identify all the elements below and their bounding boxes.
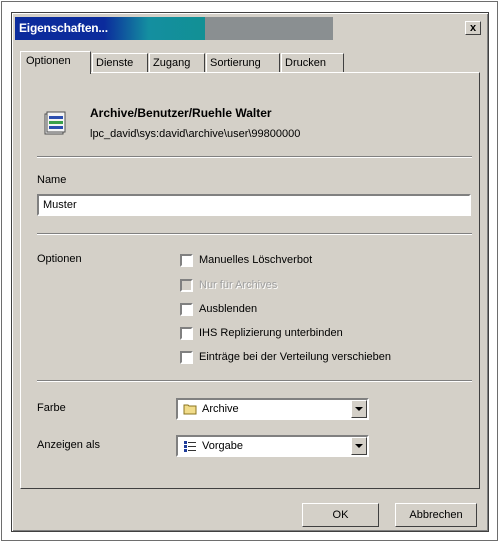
tab-label: Sortierung (210, 57, 261, 69)
name-label-text: Name (37, 174, 67, 186)
folder-icon (183, 404, 197, 415)
anzeigen-dropdown[interactable]: Vorgabe (176, 435, 369, 457)
list-icon (184, 441, 196, 452)
tab-label: Optionen (26, 55, 71, 67)
tab-label: Dienste (96, 57, 134, 69)
name-label: Name (37, 174, 66, 186)
checkbox-box[interactable] (180, 303, 193, 316)
farbe-label: Farbe (37, 402, 66, 414)
checkbox-label: Nur für Archives (199, 279, 278, 291)
checkbox-box[interactable] (180, 254, 193, 267)
archive-file-icon (44, 111, 66, 135)
anzeigen-value: Vorgabe (202, 440, 243, 452)
tab-sortierung[interactable]: Sortierung (206, 53, 280, 72)
title-bar-inactive-area (205, 17, 333, 40)
name-input[interactable] (37, 194, 471, 216)
tab-dienste[interactable]: Dienste (92, 53, 148, 72)
title-bar[interactable]: Eigenschaften... x (15, 17, 485, 40)
tab-drucken[interactable]: Drucken (281, 53, 344, 72)
close-button[interactable]: x (465, 21, 481, 35)
checkbox-box[interactable] (180, 351, 193, 364)
divider (37, 380, 472, 382)
anzeigen-label: Anzeigen als (37, 439, 100, 451)
window-title: Eigenschaften... (19, 21, 108, 35)
tab-label: Zugang (153, 57, 191, 69)
cancel-button[interactable]: Abbrechen (395, 503, 477, 527)
chevron-down-icon[interactable] (351, 437, 367, 455)
chevron-down-icon[interactable] (351, 400, 367, 418)
checkbox-label: Manuelles Löschverbot (199, 254, 313, 266)
farbe-dropdown[interactable]: Archive (176, 398, 369, 420)
tab-optionen[interactable]: Optionen (20, 51, 91, 74)
item-title: Archive/Benutzer/Ruehle Walter (90, 106, 272, 120)
tab-label: Drucken (285, 57, 326, 69)
divider (37, 156, 472, 158)
divider (37, 233, 472, 235)
checkbox-label: Ausblenden (199, 303, 258, 315)
options-label: Optionen (37, 253, 82, 265)
checkbox-label: IHS Replizierung unterbinden (199, 327, 343, 339)
ok-button[interactable]: OK (302, 503, 379, 527)
item-path: lpc_david\sys:david\archive\user\9980000… (90, 128, 301, 140)
checkbox-box[interactable] (180, 327, 193, 340)
checkbox-label: Einträge bei der Verteilung verschieben (199, 351, 392, 363)
properties-dialog: Eigenschaften... x Optionen Dienste Zuga… (11, 12, 489, 532)
tab-zugang[interactable]: Zugang (149, 53, 205, 72)
farbe-value: Archive (202, 403, 239, 415)
checkbox-box (180, 279, 193, 292)
